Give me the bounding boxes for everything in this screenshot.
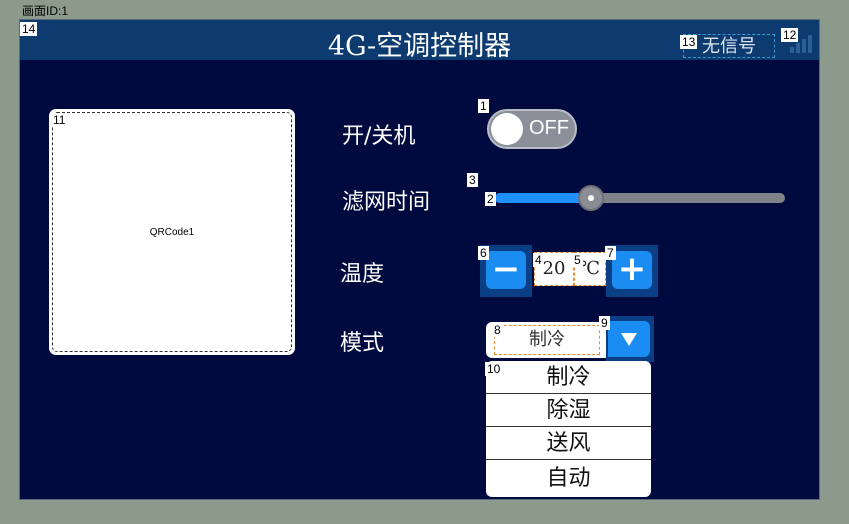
widget-tag: 12 (781, 28, 799, 42)
widget-tag: 5 (572, 253, 583, 267)
page-id-label: 画面ID:1 (22, 4, 69, 18)
slider-fill (495, 193, 591, 203)
widget-tag: 3 (467, 173, 478, 187)
qrcode-widget: QRCode1 (49, 109, 295, 355)
mode-label: 模式 (340, 331, 385, 356)
mode-dropdown-button[interactable] (606, 316, 654, 362)
widget-tag: 11 (51, 113, 68, 127)
toggle-knob (491, 113, 523, 145)
temperature-label: 温度 (340, 262, 385, 287)
filter-time-label: 滤网时间 (342, 190, 431, 215)
qrcode-label: QRCode1 (149, 226, 195, 238)
power-label: 开/关机 (342, 124, 416, 149)
slider-thumb[interactable] (577, 185, 604, 211)
mode-selected-value: 制冷 (494, 325, 600, 355)
filter-time-slider[interactable] (495, 185, 785, 211)
minus-icon: − (486, 251, 526, 289)
widget-tag: 9 (599, 316, 610, 330)
widget-tag: 14 (20, 22, 38, 36)
widget-tag: 8 (492, 323, 503, 337)
mode-option-cool[interactable]: 制冷 (486, 361, 651, 394)
hmi-screen: 4G-空调控制器 无信号 QRCode1 开/关机 OFF 滤网时间 温度 − … (19, 19, 820, 500)
widget-tag: 2 (485, 192, 496, 206)
widget-tag: 1 (478, 99, 489, 113)
mode-option-fan[interactable]: 送风 (486, 427, 651, 460)
chevron-down-icon (608, 321, 650, 357)
widget-tag: 13 (680, 35, 698, 49)
widget-tag: 7 (605, 246, 616, 260)
widget-tag: 6 (478, 246, 489, 260)
widget-tag: 10 (485, 362, 503, 376)
mode-option-dehumidify[interactable]: 除湿 (486, 394, 651, 427)
mode-select[interactable]: 制冷 (486, 322, 606, 358)
power-toggle[interactable]: OFF (487, 109, 577, 149)
toggle-state-text: OFF (529, 117, 569, 139)
title-bar: 4G-空调控制器 无信号 (20, 20, 819, 62)
widget-tag: 4 (533, 253, 544, 267)
mode-option-auto[interactable]: 自动 (486, 460, 651, 497)
plus-icon: + (612, 251, 652, 289)
mode-dropdown-list: 制冷 除湿 送风 自动 (486, 361, 651, 497)
